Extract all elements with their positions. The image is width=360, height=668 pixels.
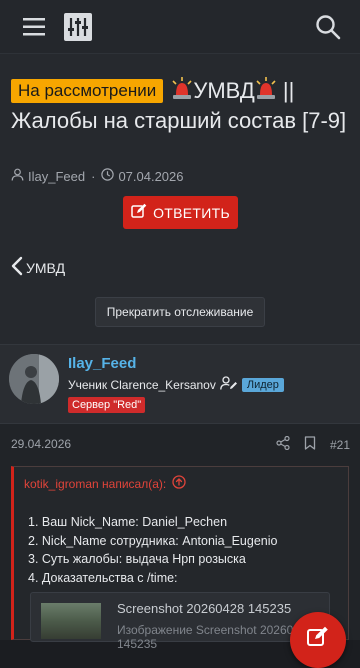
edit-icon [131,203,147,222]
reply-button[interactable]: ОТВЕТИТЬ [123,196,238,229]
floating-reply-button[interactable] [290,612,346,668]
top-navbar [0,0,360,54]
user-title-row: Ученик Clarence_Kersanov Лидер [68,376,284,393]
thread-title: На рассмотрении УМВД || Жалобы на старши… [11,76,351,136]
siren-icon [171,77,193,101]
attachment-name: Screenshot 20260428 145235 [117,601,292,616]
quote-line: 1. Ваш Nick_Name: Daniel_Pechen [28,515,228,529]
thread-author-link[interactable]: Ilay_Feed [28,169,85,184]
search-icon[interactable] [310,9,346,45]
post-username[interactable]: Ilay_Feed [68,355,136,372]
post-author-block: Ilay_Feed Ученик Clarence_Kersanov Лидер… [0,344,360,424]
leader-badge: Лидер [241,377,284,392]
arrow-up-circle-icon [172,475,186,492]
post-meta-bar: 29.04.2026 #21 [0,424,360,466]
unwatch-button[interactable]: Прекратить отслеживание [95,297,265,327]
attachment-thumbnail[interactable] [41,603,101,639]
user-title: Ученик Clarence_Kersanov [68,377,216,392]
filter-sliders-icon[interactable] [60,9,96,45]
user-icon [11,168,24,184]
breadcrumb-back-link[interactable]: УМВД [11,256,65,279]
thread-title-part1: УМВД [193,78,255,103]
quote-text: 1. Ваш Nick_Name: Daniel_Pechen 2. Nick_… [28,513,277,587]
status-prefix-badge[interactable]: На рассмотрении [11,79,164,103]
thread-meta: Ilay_Feed · 07.04.2026 [11,168,184,184]
thread-header: На рассмотрении УМВД || Жалобы на старши… [0,54,360,344]
attachment-card[interactable]: Screenshot 20260428 145235 Изображение S… [30,592,330,651]
post-number-link[interactable]: #21 [330,438,350,452]
breadcrumb-label: УМВД [26,259,66,276]
thread-date[interactable]: 07.04.2026 [118,169,183,184]
post-date[interactable]: 29.04.2026 [11,437,71,451]
clock-icon [101,168,115,184]
siren-icon [255,77,277,101]
quote-line: 2. Nick_Name сотрудника: Antonia_Eugenio [28,533,278,548]
bookmark-icon[interactable] [304,436,316,453]
user-edit-icon [220,376,238,393]
chevron-left-icon [11,256,23,279]
share-icon[interactable] [276,435,290,453]
quote-header[interactable]: kotik_igroman написал(а): [24,475,186,492]
quote-line: 3. Суть жалобы: выдача Нрп розыска [28,552,246,566]
menu-icon[interactable] [16,9,52,45]
quote-author: kotik_igroman написал(а): [24,476,167,491]
meta-separator: · [91,168,96,184]
avatar[interactable] [9,354,59,404]
post-actions: #21 [276,435,350,453]
quote-line: 4. Доказательства с /time: [28,570,178,585]
quote-block: kotik_igroman написал(а): 1. Ваш Nick_Na… [11,466,349,651]
reply-button-label: ОТВЕТИТЬ [153,204,230,221]
server-badge: Сервер "Red" [68,397,146,413]
